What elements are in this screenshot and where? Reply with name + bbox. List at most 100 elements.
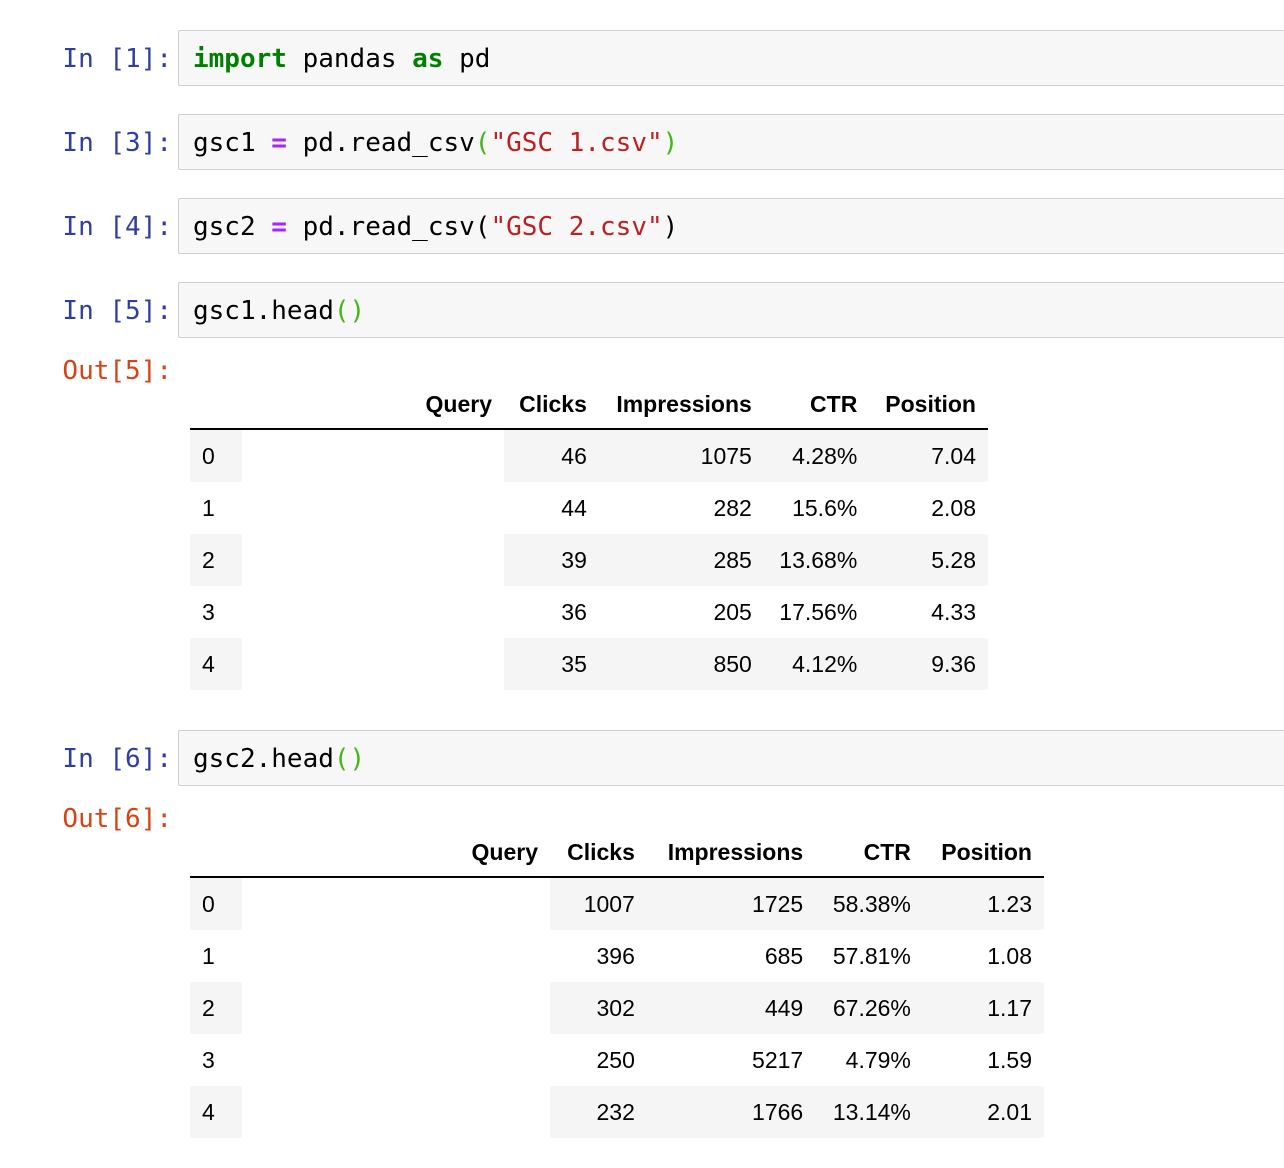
table-cell: 44 [561, 494, 587, 521]
row-index: 0 [190, 429, 242, 482]
query-cell-redacted [242, 930, 550, 982]
code-token: = [271, 128, 287, 158]
table-cell: 4.28% [763, 429, 870, 482]
code-text: gsc2.head() [193, 731, 365, 787]
dataframe-output-6: Query Clicks Impressions CTR Position 0 1007 17… [190, 828, 1044, 1138]
column-header: Position [869, 380, 988, 430]
table-cell: 1.59 [987, 1046, 1032, 1073]
query-cell-redacted [242, 482, 504, 534]
code-token: ( [474, 128, 491, 158]
column-header: Impressions [598, 380, 764, 430]
table-cell: 57.81% [832, 942, 911, 969]
query-cell-redacted [242, 429, 504, 482]
table-cell: 7.04 [869, 429, 988, 482]
input-prompt: In [3]: [62, 128, 172, 158]
table-cell: 9.36 [869, 638, 988, 690]
query-cell-redacted [242, 1086, 550, 1138]
input-prompt: In [1]: [62, 44, 172, 74]
table-cell: 35 [504, 638, 599, 690]
table-row: 3 36 205 17.56% 4.33 [190, 586, 988, 638]
table-cell: 5217 [752, 1046, 804, 1073]
query-cell-redacted [242, 638, 504, 690]
table-cell: 250 [596, 1046, 635, 1073]
code-token: () [333, 744, 366, 774]
table-cell: 850 [598, 638, 764, 690]
code-token: ) [662, 212, 679, 242]
table-header-row: Query Clicks Impressions CTR Position [190, 828, 1044, 878]
row-index: 1 [202, 942, 215, 969]
code-input[interactable]: gsc1 = pd.read_csv("GSC 1.csv") [178, 114, 1284, 170]
row-index: 4 [190, 1086, 242, 1138]
table-cell: 285 [598, 534, 764, 586]
code-text: gsc2 = pd.read_csv("GSC 2.csv") [193, 199, 678, 255]
table-cell: 46 [504, 429, 599, 482]
table-cell: 396 [596, 942, 635, 969]
table-cell: 1725 [646, 877, 816, 930]
table-cell: 2.01 [922, 1086, 1044, 1138]
column-header: Impressions [646, 828, 816, 878]
code-token: () [333, 296, 366, 326]
table-cell: 58.38% [815, 877, 923, 930]
row-index: 2 [190, 982, 242, 1034]
column-header: Position [922, 828, 1044, 878]
table-cell: 1075 [598, 429, 764, 482]
table-row: 0 1007 1725 58.38% 1.23 [190, 877, 1044, 930]
query-cell-redacted [242, 586, 504, 638]
code-token: pd.read_csv [286, 128, 475, 158]
table-cell: 4.79% [845, 1046, 911, 1073]
column-header: CTR [815, 828, 923, 878]
table-row: 3 250 5217 4.79% 1.59 [190, 1034, 1044, 1086]
table-cell: 1.17 [922, 982, 1044, 1034]
table-cell: 685 [764, 942, 804, 969]
input-prompt: In [4]: [62, 212, 172, 242]
code-token: "GSC 2.csv" [490, 212, 663, 242]
table-cell: 39 [504, 534, 599, 586]
column-header: Clicks [550, 828, 647, 878]
table-row: 4 35 850 4.12% 9.36 [190, 638, 988, 690]
table-row: 4 232 1766 13.14% 2.01 [190, 1086, 1044, 1138]
code-input[interactable]: gsc1.head() [178, 282, 1284, 338]
table-row: 1 44 282 15.6% 2.08 [190, 482, 988, 534]
code-text: import pandas as pd [193, 31, 490, 87]
code-token: gsc1 [193, 128, 272, 158]
table-cell: 15.6% [792, 494, 858, 521]
table-cell: 67.26% [815, 982, 923, 1034]
code-token: gsc1.head [193, 296, 334, 326]
code-input[interactable]: gsc2 = pd.read_csv("GSC 2.csv") [178, 198, 1284, 254]
table-cell: 4.33 [931, 598, 976, 625]
column-header: Query [242, 828, 550, 878]
code-token: pandas [286, 44, 413, 74]
table-row: 2 302 449 67.26% 1.17 [190, 982, 1044, 1034]
code-token: gsc2 [193, 212, 272, 242]
code-token: gsc2.head [193, 744, 334, 774]
input-prompt: In [5]: [62, 296, 172, 326]
row-index: 3 [202, 598, 215, 625]
table-cell: 1.08 [987, 942, 1032, 969]
code-token: pd.read_csv( [286, 212, 491, 242]
query-cell-redacted [242, 1034, 550, 1086]
row-index: 2 [190, 534, 242, 586]
code-token: pd [443, 44, 491, 74]
column-header: CTR [763, 380, 870, 430]
table-cell: 17.56% [779, 598, 858, 625]
table-cell: 1766 [646, 1086, 816, 1138]
code-input[interactable]: import pandas as pd [178, 30, 1284, 86]
table-cell: 2.08 [931, 494, 976, 521]
table-cell: 4.12% [763, 638, 870, 690]
dataframe-output-5: Query Clicks Impressions CTR Position 0 46 1075… [190, 380, 988, 690]
code-text: gsc1 = pd.read_csv("GSC 1.csv") [193, 115, 678, 171]
query-cell-redacted [242, 877, 550, 930]
code-text: gsc1.head() [193, 283, 365, 339]
row-index: 4 [190, 638, 242, 690]
query-cell-redacted [242, 982, 550, 1034]
code-token: ) [662, 128, 679, 158]
code-token: as [412, 44, 444, 74]
index-header [190, 828, 242, 878]
column-header: Clicks [504, 380, 599, 430]
index-header [190, 380, 242, 430]
table-cell: 1007 [550, 877, 647, 930]
query-cell-redacted [242, 534, 504, 586]
code-token: = [271, 212, 287, 242]
code-input[interactable]: gsc2.head() [178, 730, 1284, 786]
table-cell: 232 [550, 1086, 647, 1138]
